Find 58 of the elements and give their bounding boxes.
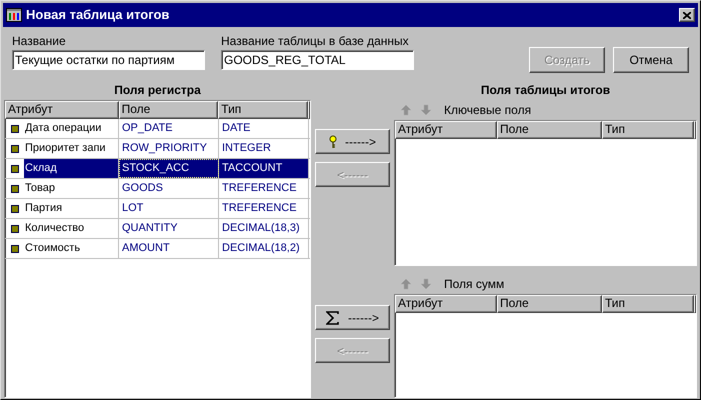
add-field-button[interactable]: ------> (315, 305, 390, 330)
table-cell[interactable]: Количество (24, 219, 118, 238)
down-arrow-icon[interactable] (420, 278, 432, 290)
table-cell[interactable]: GOODS (119, 179, 219, 198)
table-cell[interactable]: Партия (24, 199, 118, 218)
section-label: Поля сумм (444, 276, 504, 293)
table-cell[interactable]: Приоритет запи (24, 139, 118, 158)
cancel-button[interactable]: Отмена (613, 47, 689, 73)
table-icon (6, 8, 22, 22)
column-header[interactable]: Тип (602, 121, 694, 139)
close-button[interactable] (679, 8, 695, 22)
column-header[interactable]: Поле (497, 121, 602, 139)
column-header[interactable]: Атрибут (5, 101, 119, 119)
down-arrow-icon[interactable] (420, 104, 432, 116)
table-cell[interactable]: DECIMAL(18,2) (219, 239, 309, 258)
table-cell[interactable]: Дата операции (24, 119, 118, 138)
field-label: Название (12, 34, 67, 48)
window-title: Новая таблица итогов (26, 6, 170, 24)
field-label: Название таблицы в базе данных (221, 34, 410, 48)
column-header[interactable]: Поле (497, 295, 602, 313)
section-label: Ключевые поля (444, 102, 532, 119)
table-cell[interactable]: TACCOUNT (219, 159, 309, 178)
column-header[interactable]: Тип (218, 101, 308, 119)
table-cell[interactable]: STOCK_ACC (119, 159, 219, 178)
column-header[interactable]: Поле (118, 101, 218, 119)
add-field-button[interactable]: ------> (315, 129, 390, 154)
table-cell[interactable]: TREFERENCE (219, 179, 309, 198)
field-icon (11, 224, 19, 232)
table-cell[interactable]: Стоимость (24, 239, 118, 258)
up-arrow-icon[interactable] (400, 278, 412, 290)
field-icon (11, 144, 19, 152)
name-field[interactable]: Текущие остатки по партиям (12, 50, 205, 70)
table-cell[interactable]: QUANTITY (119, 219, 219, 238)
table-cell[interactable]: INTEGER (219, 139, 309, 158)
field-icon (11, 164, 19, 172)
db-name-field[interactable]: GOODS_REG_TOTAL (221, 50, 414, 70)
table-cell[interactable]: AMOUNT (119, 239, 219, 258)
sigma-icon (326, 310, 340, 324)
section-title: Поля регистра (114, 83, 201, 97)
column-header[interactable]: Тип (602, 295, 694, 313)
table-cell[interactable]: LOT (119, 199, 219, 218)
field-icon (11, 204, 19, 212)
column-header[interactable]: Атрибут (395, 121, 497, 139)
table-cell[interactable]: OP_DATE (119, 119, 219, 138)
field-icon (11, 184, 19, 192)
up-arrow-icon[interactable] (400, 104, 412, 116)
table-cell[interactable]: DATE (219, 119, 309, 138)
key-icon (329, 134, 337, 148)
field-icon (11, 244, 19, 252)
table-cell[interactable]: DECIMAL(18,3) (219, 219, 309, 238)
table-cell[interactable]: TREFERENCE (219, 199, 309, 218)
column-header[interactable]: Атрибут (395, 295, 497, 313)
field-icon (11, 124, 19, 132)
table-cell[interactable]: ROW_PRIORITY (119, 139, 219, 158)
table-cell[interactable]: Товар (24, 179, 118, 198)
section-title: Поля таблицы итогов (480, 83, 610, 97)
close-icon (683, 12, 691, 18)
table-cell[interactable]: Склад (24, 159, 118, 178)
